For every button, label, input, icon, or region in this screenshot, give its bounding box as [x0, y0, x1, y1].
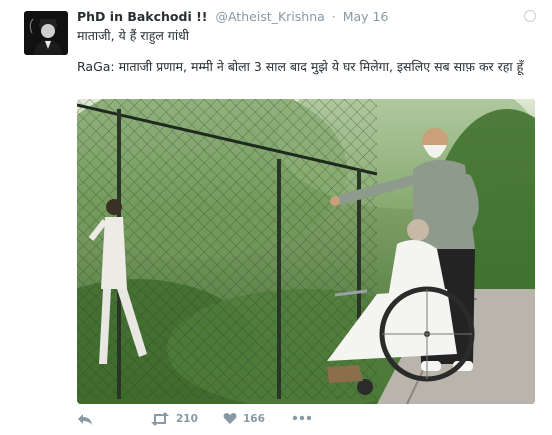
reply-button[interactable]	[77, 412, 93, 426]
caret-icon[interactable]	[524, 10, 536, 22]
retweet-count: 210	[176, 413, 198, 425]
like-button[interactable]: 166	[223, 412, 265, 425]
retweet-button[interactable]: 210	[150, 412, 198, 426]
display-name[interactable]: PhD in Bakchodi !!	[77, 9, 207, 24]
reply-icon	[78, 414, 92, 425]
tweet-header: PhD in Bakchodi !! @Atheist_Krishna · Ma…	[77, 9, 388, 27]
user-handle[interactable]: @Atheist_Krishna	[215, 9, 324, 24]
separator: ·	[331, 9, 336, 24]
tweet-date[interactable]: May 16	[343, 9, 389, 24]
heart-icon	[223, 412, 237, 424]
tweet-photo[interactable]	[77, 99, 535, 404]
tweet-card[interactable]: PhD in Bakchodi !! @Atheist_Krishna · Ma…	[0, 0, 552, 435]
more-icon	[292, 415, 312, 421]
tweet-text-line2: RaGa: माताजी प्रणाम, मम्मी ने बोला 3 साल…	[77, 59, 524, 74]
like-count: 166	[243, 412, 265, 425]
retweet-icon	[151, 412, 169, 426]
avatar[interactable]	[24, 11, 68, 55]
tweet-text-line1: माताजी, ये हैं राहुल गांधी	[77, 28, 190, 43]
more-button[interactable]	[292, 415, 312, 421]
